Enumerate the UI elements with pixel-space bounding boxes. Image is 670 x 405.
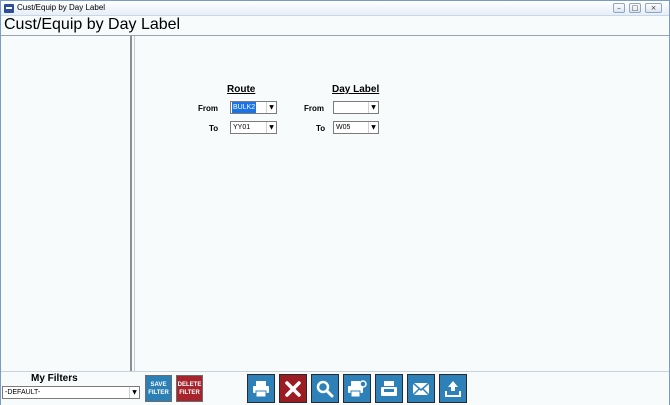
left-panel: [1, 36, 132, 371]
day-to-label: To: [316, 124, 326, 133]
route-heading: Route: [227, 84, 256, 95]
export-icon: [445, 381, 461, 397]
route-from-value: BULK2: [232, 102, 257, 113]
save-filter-label-2: FILTER: [148, 390, 169, 396]
title-bar: Cust/Equip by Day Label – □ ×: [1, 1, 669, 16]
print-preview-button[interactable]: [343, 374, 371, 403]
delete-filter-label-1: DELETE: [177, 382, 202, 388]
save-filter-label-1: SAVE: [150, 382, 167, 388]
delete-filter-button[interactable]: DELETE FILTER: [176, 375, 203, 402]
my-filters-select[interactable]: -DEFAULT- ▼: [2, 386, 140, 399]
minimize-button[interactable]: –: [613, 3, 625, 13]
day-label-heading: Day Label: [332, 84, 380, 95]
fax-icon: [381, 381, 397, 396]
page-title: Cust/Equip by Day Label: [4, 16, 181, 33]
window-title: Cust/Equip by Day Label: [17, 3, 106, 12]
chevron-down-icon: ▼: [368, 102, 378, 113]
route-from-select[interactable]: BULK2 ▼: [230, 101, 277, 114]
export-button[interactable]: [439, 374, 467, 403]
panel-divider: [134, 36, 135, 371]
search-icon: [316, 380, 334, 398]
maximize-button[interactable]: □: [629, 3, 641, 13]
fax-button[interactable]: [375, 374, 403, 403]
day-to-select[interactable]: W05 ▼: [333, 121, 379, 134]
search-button[interactable]: [311, 374, 339, 403]
route-to-select[interactable]: YY01 ▼: [230, 121, 277, 134]
my-filters-title: My Filters: [31, 373, 78, 384]
my-filters-value: -DEFAULT-: [5, 389, 41, 396]
application-window: Cust/Equip by Day Label – □ × Cust/Equip…: [0, 0, 670, 405]
delete-filter-label-2: FILTER: [179, 390, 200, 396]
day-from-select[interactable]: ▼: [333, 101, 379, 114]
chevron-down-icon: ▼: [129, 387, 139, 398]
print-button[interactable]: [247, 374, 275, 403]
close-button[interactable]: ×: [645, 3, 662, 13]
cancel-button[interactable]: [279, 374, 307, 403]
email-button[interactable]: [407, 374, 435, 403]
day-from-label: From: [304, 104, 324, 113]
save-filter-button[interactable]: SAVE FILTER: [145, 375, 172, 402]
email-icon: [412, 382, 430, 396]
route-to-value: YY01: [233, 124, 251, 131]
print-preview-icon: [348, 380, 367, 398]
route-to-label: To: [209, 124, 219, 133]
chevron-down-icon: ▼: [266, 122, 276, 133]
print-icon: [253, 381, 269, 398]
chevron-down-icon: ▼: [368, 122, 378, 133]
chevron-down-icon: ▼: [266, 102, 276, 113]
route-from-label: From: [198, 104, 218, 113]
cancel-icon: [285, 381, 301, 397]
app-icon: [4, 4, 14, 13]
day-to-value: W05: [336, 124, 351, 131]
